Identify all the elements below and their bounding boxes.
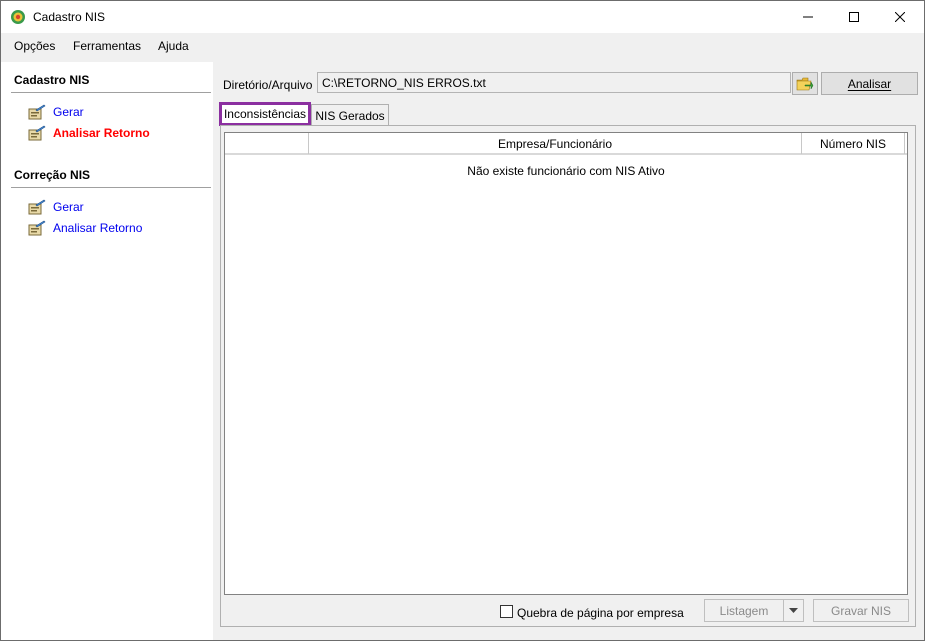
file-path-input[interactable]: C:\RETORNO_NIS ERROS.txt — [317, 72, 791, 93]
menu-ferramentas[interactable]: Ferramentas — [73, 39, 141, 53]
analyze-button-label: Analisar — [847, 76, 892, 91]
browse-folder-button[interactable] — [792, 72, 818, 95]
menu-bar: Opções Ferramentas Ajuda — [1, 33, 924, 60]
wizard-edit-icon — [28, 220, 46, 236]
close-button[interactable] — [877, 1, 923, 32]
sidebar-link-label: Gerar — [53, 200, 84, 214]
file-path-label: Diretório/Arquivo — [223, 78, 313, 92]
tab-inconsistencias[interactable]: Inconsistências — [219, 102, 311, 126]
results-grid[interactable]: Empresa/Funcionário Número NIS Não exist… — [224, 132, 908, 595]
listagem-button[interactable]: Listagem — [704, 599, 784, 622]
listagem-dropdown-button[interactable] — [783, 599, 804, 622]
sidebar: Cadastro NIS Gerar Analisar Retorno Corr… — [1, 62, 213, 640]
wizard-edit-icon — [28, 104, 46, 120]
minimize-icon — [803, 16, 813, 17]
section-divider — [11, 92, 211, 93]
sidebar-item-correcao-analisar-retorno[interactable]: Analisar Retorno — [28, 219, 142, 237]
window-title: Cadastro NIS — [33, 10, 106, 24]
column-header-numero-nis[interactable]: Número NIS — [802, 133, 905, 154]
section-divider — [11, 187, 211, 188]
grid-header: Empresa/Funcionário Número NIS — [225, 133, 907, 155]
title-bar: Cadastro NIS — [1, 1, 924, 33]
open-folder-icon — [796, 77, 814, 90]
app-window: Cadastro NIS Opções Ferramentas Ajuda Ca… — [0, 0, 925, 641]
sidebar-link-label: Analisar Retorno — [53, 221, 143, 235]
minimize-button[interactable] — [785, 1, 831, 32]
wizard-edit-icon — [28, 199, 46, 215]
gravar-nis-button-label: Gravar NIS — [830, 603, 891, 618]
menu-opcoes[interactable]: Opções — [14, 39, 55, 53]
menu-ajuda[interactable]: Ajuda — [158, 39, 189, 53]
section-title-cadastro-nis: Cadastro NIS — [14, 73, 90, 87]
listagem-button-label: Listagem — [719, 603, 769, 618]
page-break-checkbox-label[interactable]: Quebra de página por empresa — [517, 606, 684, 620]
maximize-button[interactable] — [831, 1, 877, 32]
sidebar-item-cadastro-gerar[interactable]: Gerar — [28, 103, 84, 121]
column-header-indicator[interactable] — [225, 133, 309, 154]
gravar-nis-button[interactable]: Gravar NIS — [813, 599, 909, 622]
maximize-icon — [849, 11, 859, 22]
sidebar-item-correcao-gerar[interactable]: Gerar — [28, 198, 84, 216]
wizard-edit-icon — [28, 125, 46, 141]
sidebar-item-cadastro-analisar-retorno[interactable]: Analisar Retorno — [28, 124, 150, 142]
tab-nis-gerados[interactable]: NIS Gerados — [311, 104, 389, 126]
page-break-checkbox[interactable] — [500, 605, 513, 618]
analyze-button[interactable]: Analisar — [821, 72, 918, 95]
grid-empty-message: Não existe funcionário com NIS Ativo — [467, 164, 665, 178]
sidebar-link-label: Gerar — [53, 105, 84, 119]
column-header-empresa-funcionario[interactable]: Empresa/Funcionário — [309, 133, 802, 154]
chevron-down-icon — [789, 607, 798, 613]
section-title-correcao-nis: Correção NIS — [14, 168, 91, 182]
close-icon — [895, 11, 905, 22]
sidebar-link-label-active: Analisar Retorno — [53, 126, 150, 140]
app-globe-icon — [11, 10, 25, 24]
